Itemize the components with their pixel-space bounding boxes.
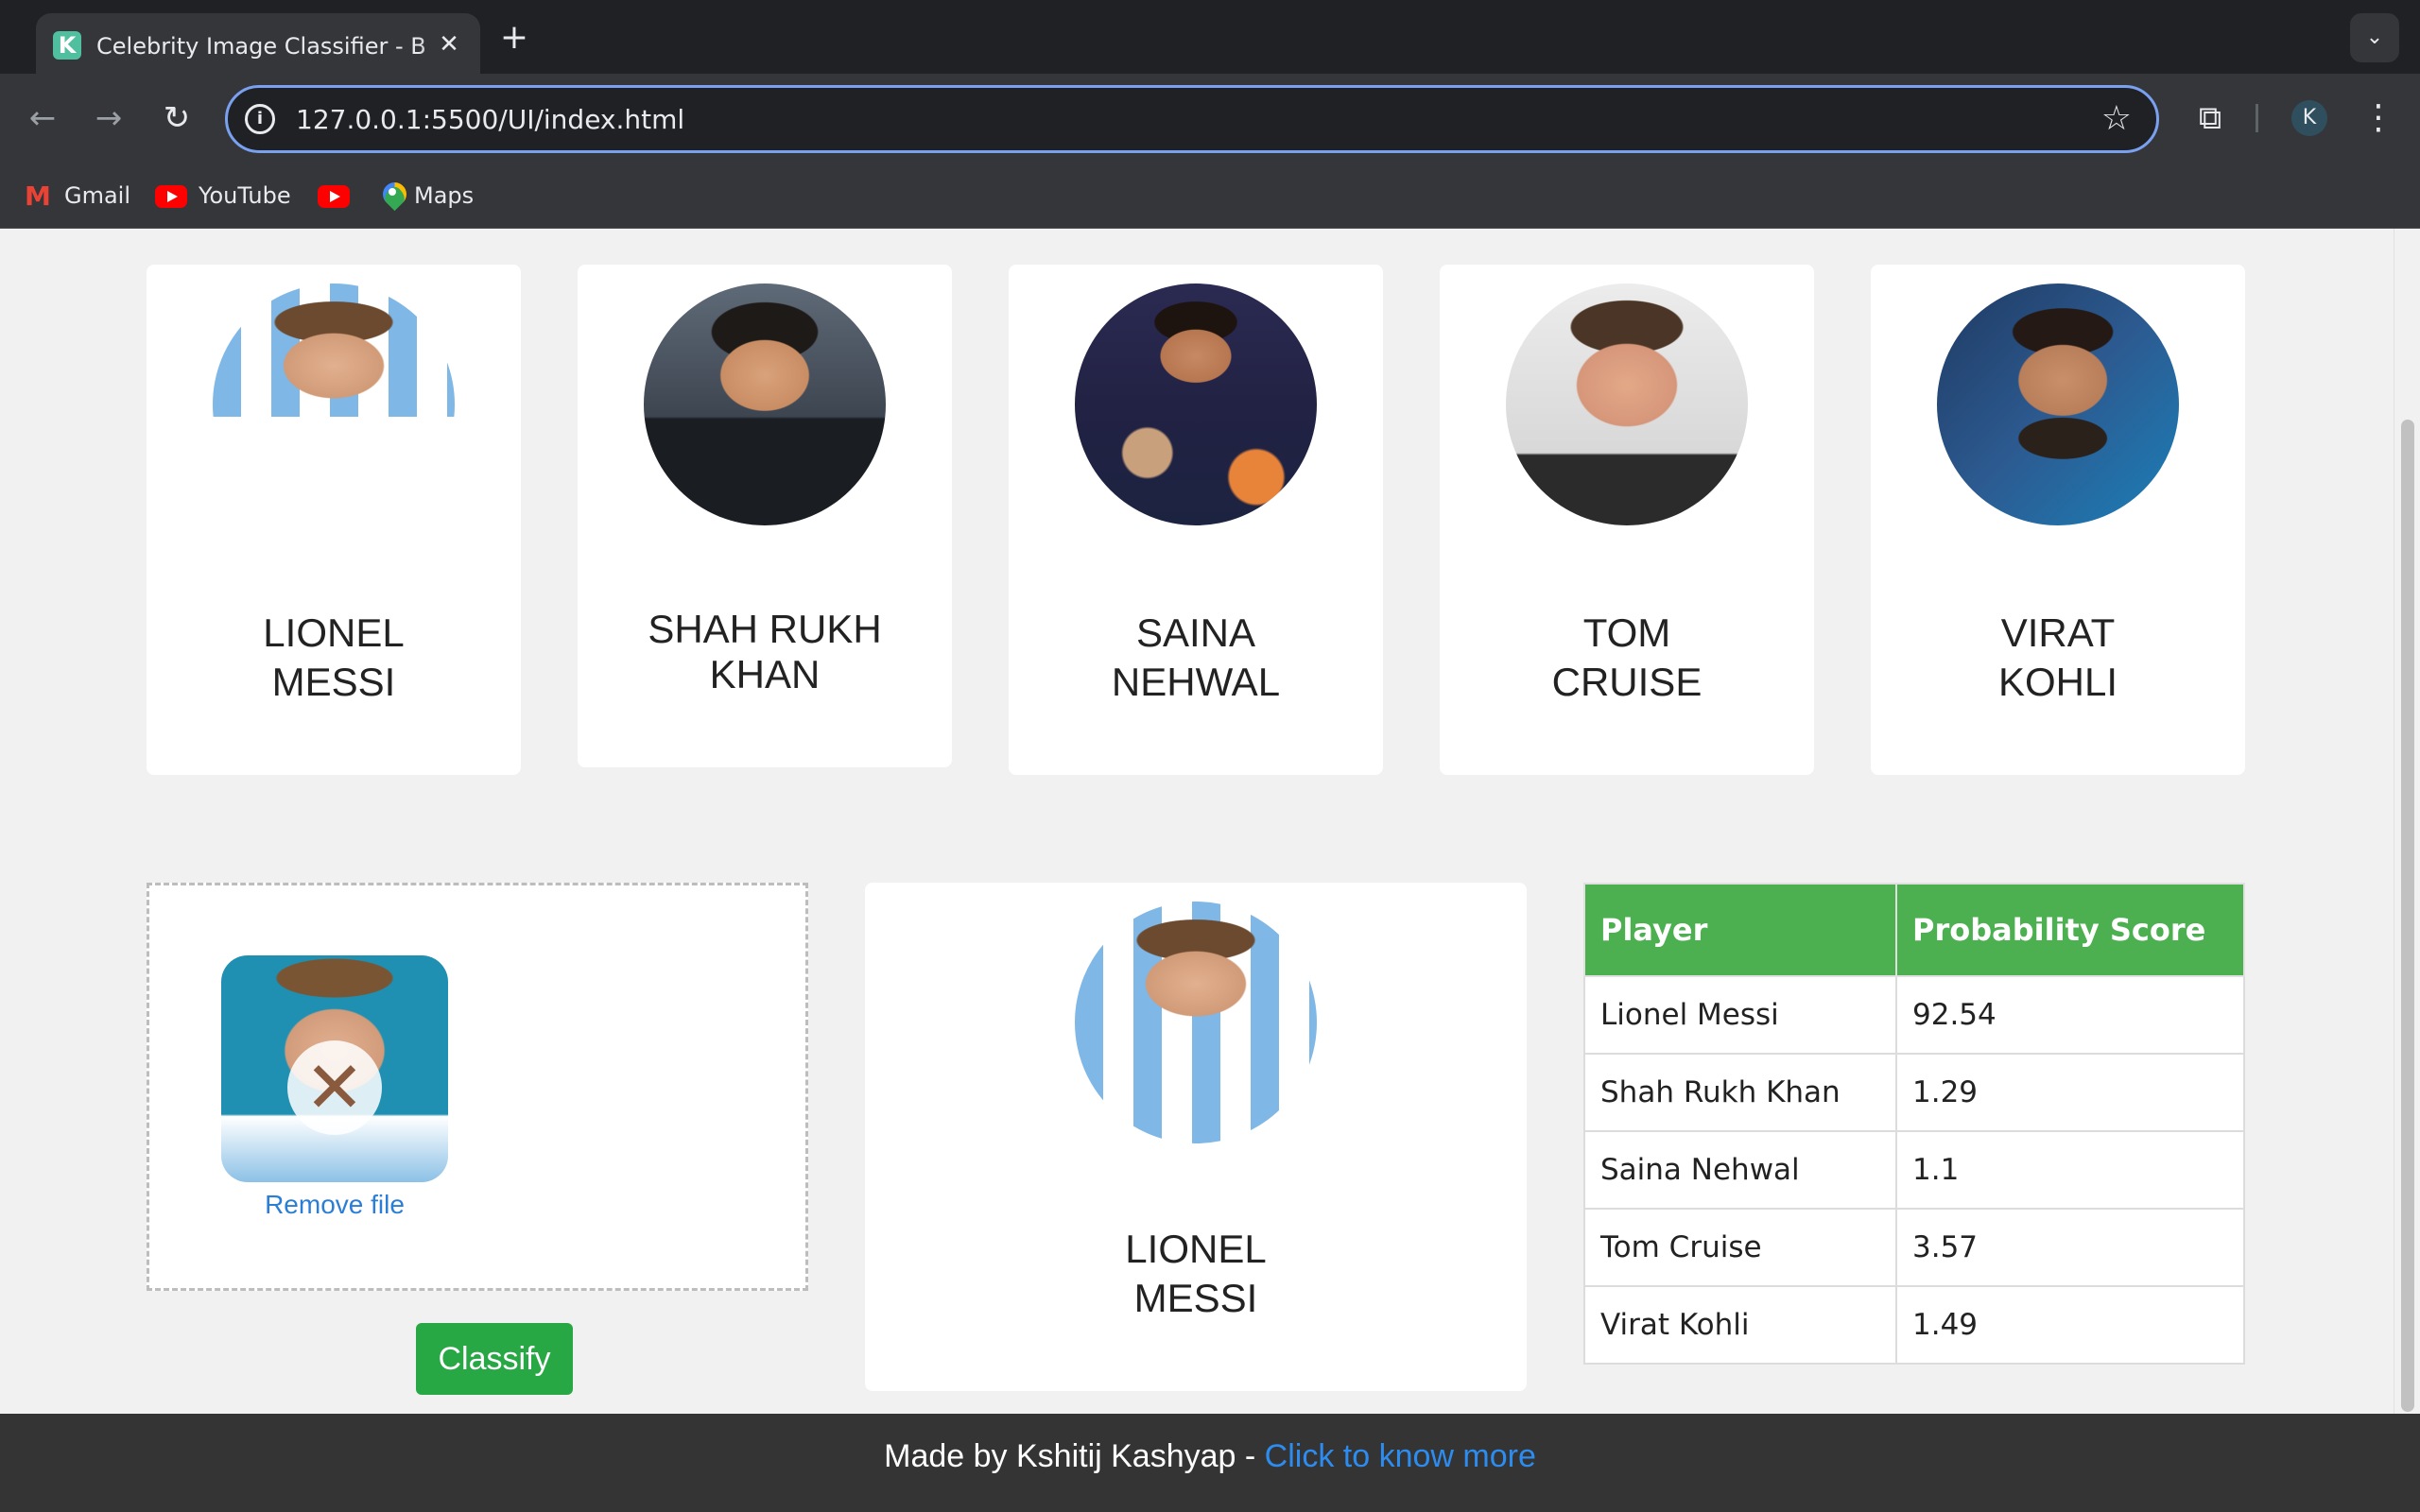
tab-title: Celebrity Image Classifier - B bbox=[96, 32, 456, 60]
forward-icon[interactable]: → bbox=[85, 94, 132, 142]
celebrity-name: SAINA NEHWAL bbox=[1111, 610, 1281, 704]
upload-dropzone[interactable]: ✕ Remove file bbox=[147, 883, 808, 1291]
celebrity-name: VIRAT KOHLI bbox=[1997, 610, 2118, 704]
celebrity-card-virat: VIRAT KOHLI bbox=[1871, 265, 2245, 775]
celebrity-photo bbox=[1937, 284, 2179, 525]
player-cell: Lionel Messi bbox=[1583, 975, 1897, 1055]
probability-table: Player Probability Score Lionel Messi 92… bbox=[1583, 883, 2245, 1365]
player-cell: Virat Kohli bbox=[1583, 1285, 1897, 1365]
gmail-icon bbox=[25, 180, 53, 213]
tab-bar: K Celebrity Image Classifier - B ✕ + ⌄ bbox=[0, 0, 2420, 74]
celebrity-name: LIONEL MESSI bbox=[263, 610, 405, 704]
profile-avatar[interactable]: K bbox=[2291, 100, 2327, 136]
classify-button[interactable]: Classify bbox=[416, 1323, 573, 1395]
bookmarks-bar: Gmail YouTube Maps bbox=[0, 163, 2420, 229]
celebrity-photo bbox=[213, 284, 455, 525]
url-text[interactable]: 127.0.0.1:5500/UI/index.html bbox=[296, 103, 684, 137]
celebrity-name: SHAH RUKH KHAN bbox=[648, 607, 882, 696]
back-icon[interactable]: ← bbox=[19, 94, 66, 142]
reload-icon[interactable]: ↻ bbox=[153, 94, 200, 142]
toolbar-divider bbox=[2256, 104, 2258, 132]
result-name: LIONEL MESSI bbox=[1125, 1227, 1267, 1320]
uploaded-image-preview: ✕ bbox=[221, 955, 448, 1182]
result-photo bbox=[1075, 902, 1317, 1143]
player-cell: Shah Rukh Khan bbox=[1583, 1053, 1897, 1132]
tab-search-chevron-icon[interactable]: ⌄ bbox=[2350, 13, 2399, 62]
active-tab[interactable]: K Celebrity Image Classifier - B ✕ bbox=[36, 13, 480, 74]
site-info-icon[interactable]: i bbox=[245, 104, 275, 134]
extensions-puzzle-icon[interactable]: ⧉ bbox=[2189, 94, 2231, 142]
celebrity-photo bbox=[1506, 284, 1748, 525]
score-cell: 3.57 bbox=[1895, 1208, 2245, 1287]
more-menu-icon[interactable]: ⋮ bbox=[2360, 94, 2397, 142]
bookmark-maps[interactable]: Maps bbox=[382, 180, 474, 212]
result-card: LIONEL MESSI bbox=[865, 883, 1527, 1391]
score-cell: 1.29 bbox=[1895, 1053, 2245, 1132]
maps-pin-icon bbox=[382, 182, 403, 211]
table-row: Virat Kohli 1.49 bbox=[1583, 1285, 2245, 1365]
score-cell: 92.54 bbox=[1895, 975, 2245, 1055]
celebrity-card-tom: TOM CRUISE bbox=[1440, 265, 1814, 775]
browser-toolbar: ← → ↻ i 127.0.0.1:5500/UI/index.html ☆ bbox=[0, 74, 2420, 163]
table-header-row: Player Probability Score bbox=[1583, 883, 2245, 977]
new-tab-icon[interactable]: + bbox=[493, 17, 535, 59]
footer-link[interactable]: Click to know more bbox=[1265, 1438, 1536, 1474]
table-row: Shah Rukh Khan 1.29 bbox=[1583, 1053, 2245, 1132]
player-cell: Tom Cruise bbox=[1583, 1208, 1897, 1287]
bookmark-youtube[interactable]: YouTube bbox=[155, 180, 291, 212]
table-row: Tom Cruise 3.57 bbox=[1583, 1208, 2245, 1287]
address-bar[interactable]: i 127.0.0.1:5500/UI/index.html ☆ bbox=[225, 85, 2159, 153]
celebrity-card-messi: LIONEL MESSI bbox=[147, 265, 521, 775]
youtube-icon bbox=[155, 185, 187, 208]
table-row: Saina Nehwal 1.1 bbox=[1583, 1130, 2245, 1210]
player-cell: Saina Nehwal bbox=[1583, 1130, 1897, 1210]
favicon-icon: K bbox=[53, 31, 81, 60]
footer-credit: Made by Kshitij Kashyap - bbox=[884, 1438, 1265, 1474]
celebrity-name: TOM CRUISE bbox=[1551, 610, 1703, 704]
close-tab-icon[interactable]: ✕ bbox=[433, 28, 465, 60]
celebrity-photo bbox=[1075, 284, 1317, 525]
scrollbar-thumb[interactable] bbox=[2401, 420, 2414, 1412]
celebrity-card-srk: SHAH RUKH KHAN bbox=[578, 265, 952, 767]
celebrity-card-saina: SAINA NEHWAL bbox=[1009, 265, 1383, 775]
table-row: Lionel Messi 92.54 bbox=[1583, 975, 2245, 1055]
youtube-icon bbox=[318, 185, 350, 208]
score-cell: 1.1 bbox=[1895, 1130, 2245, 1210]
bookmark-star-icon[interactable]: ☆ bbox=[2101, 99, 2132, 139]
column-header-player: Player bbox=[1583, 883, 1897, 977]
error-mark-icon: ✕ bbox=[287, 1040, 382, 1135]
celebrity-photo bbox=[644, 284, 886, 525]
bookmark-gmail[interactable]: Gmail bbox=[25, 180, 130, 213]
column-header-score: Probability Score bbox=[1895, 883, 2245, 977]
remove-file-link[interactable]: Remove file bbox=[221, 1188, 448, 1222]
bookmark-youtube-2[interactable] bbox=[318, 180, 361, 212]
score-cell: 1.49 bbox=[1895, 1285, 2245, 1365]
page-footer: Made by Kshitij Kashyap - Click to know … bbox=[0, 1414, 2420, 1512]
